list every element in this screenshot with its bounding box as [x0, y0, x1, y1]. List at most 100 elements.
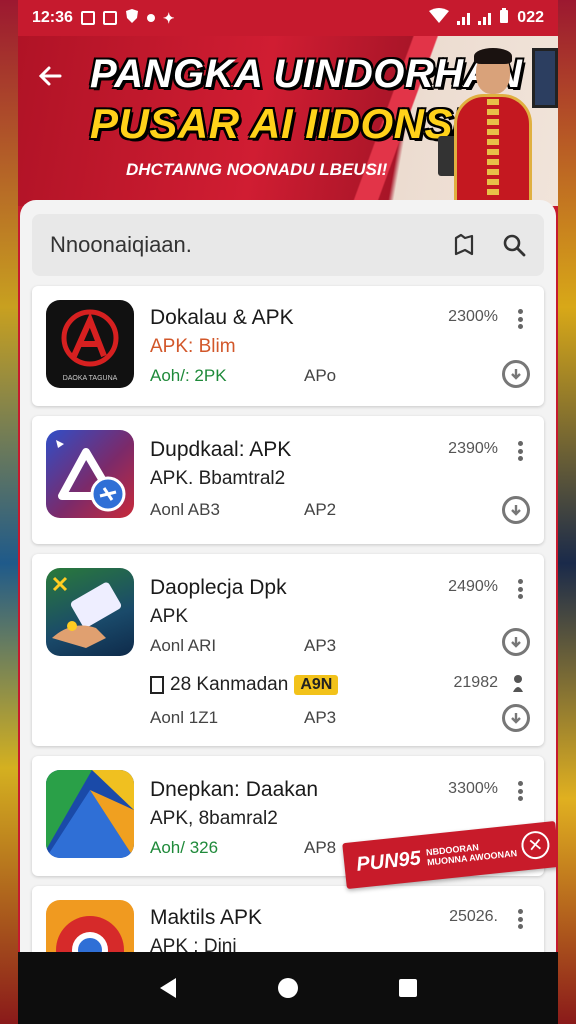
close-icon: ✕ [526, 833, 544, 856]
promo-close-button[interactable]: ✕ [520, 829, 551, 861]
header-banner: PANGKA UINDORHAN PUSAR AI IIDONSIA! DHCT… [18, 36, 558, 206]
gallery-icon [102, 11, 117, 25]
presenter-hair [474, 48, 512, 64]
battery-icon [499, 7, 509, 29]
sub-item-size: 21982 [453, 674, 499, 691]
app-name: Dnepkan: Daakan [150, 778, 319, 801]
square-recents-icon [399, 979, 417, 997]
phone-screen: 12:36 ✦ 022 PANGKA UINDORHAN PUSAR AI II… [18, 0, 558, 1024]
app-size: 25026. [449, 908, 498, 925]
presenter-image [448, 48, 538, 206]
more-options-button[interactable] [514, 576, 526, 602]
status-left: 12:36 ✦ [32, 8, 175, 29]
app-subline: APK, 8bamral2 [150, 808, 278, 829]
app-logo-drive-icon [46, 770, 134, 858]
right-wallpaper-edge [558, 0, 576, 1024]
app-icon-3 [46, 568, 134, 656]
nav-home-button[interactable] [273, 973, 303, 1003]
app-list-sheet: DAOKA TAGUNA Dokalau & APK APK: Blim Aoh… [20, 200, 556, 954]
app-card-2[interactable]: Dupdkaal: APK APK. Bbamtral2 Aonl AB3 AP… [32, 416, 544, 544]
triangle-back-icon [160, 978, 176, 998]
app-logo-card-hand-icon [52, 576, 122, 648]
sub-item-meta-b: AP3 [304, 708, 337, 727]
plus-icon: ✦ [162, 9, 175, 26]
app-meta-b: AP2 [304, 500, 337, 519]
search-input[interactable] [50, 232, 432, 258]
arrow-left-icon [38, 66, 62, 86]
sub-item-download-button[interactable] [502, 704, 530, 732]
promo-text: NBDOORAN MUONNA AWOONAN [426, 838, 518, 867]
app-icon-1: DAOKA TAGUNA [46, 300, 134, 388]
background-monitor [532, 48, 558, 108]
app-logo-chrome-icon [56, 916, 124, 954]
app-size: 2490% [448, 578, 498, 595]
app-size: 2390% [448, 440, 498, 457]
app-logo-triangle-icon [56, 440, 126, 512]
system-nav-bar [18, 952, 558, 1024]
app-name: Dokalau & APK [150, 306, 294, 329]
download-icon [511, 505, 521, 516]
back-button[interactable] [36, 62, 68, 94]
download-icon [511, 637, 521, 648]
sub-item-name: 28 Kanmadan [170, 674, 289, 695]
bookmark-icon [454, 233, 474, 256]
bookmark-button[interactable] [446, 227, 482, 263]
app-size: 3300% [448, 780, 498, 797]
search-icon [503, 234, 526, 257]
presenter-body [454, 94, 532, 206]
app-name: Dupdkaal: APK [150, 438, 292, 461]
dot-icon [146, 14, 155, 22]
app-meta: Aonl AB3 [150, 500, 220, 519]
search-bar [32, 214, 544, 276]
app-meta-b: AP3 [304, 636, 337, 655]
status-bar: 12:36 ✦ 022 [18, 0, 558, 36]
more-options-button[interactable] [514, 306, 526, 332]
more-options-button[interactable] [514, 906, 526, 932]
app-meta: Aonl ARI [150, 636, 217, 655]
notification-icon [80, 11, 95, 25]
app-card-3[interactable]: Daoplecja Dpk APK Aonl ARI AP3 2490% 28 … [32, 554, 544, 746]
banner-subtitle: DHCTANNG NOONADU LBEUSI! [126, 160, 388, 179]
app-size: 2300% [448, 308, 498, 325]
download-button[interactable] [502, 496, 530, 524]
app-icon-5 [46, 900, 134, 954]
app-name: Maktils APK [150, 906, 263, 929]
app-icon-1-caption: DAOKA TAGUNA [62, 375, 118, 382]
sub-item-checkbox[interactable] [150, 676, 164, 694]
app-card-5[interactable]: Maktils APK APK : Dini 25026. [32, 886, 544, 954]
app-meta: Aoh/ 326 [150, 838, 219, 857]
status-time: 12:36 [32, 9, 73, 26]
sub-item-badge: A9N [294, 675, 339, 695]
nav-recents-button[interactable] [393, 973, 423, 1003]
download-button[interactable] [502, 628, 530, 656]
app-icon-4 [46, 770, 134, 858]
app-subline: APK. Bbamtral2 [150, 468, 286, 489]
signal-icon-2 [478, 11, 492, 25]
app-subline: APK: Blim [150, 336, 236, 357]
shield-icon [125, 8, 139, 29]
more-options-button[interactable] [514, 778, 526, 804]
circle-home-icon [278, 978, 298, 998]
left-wallpaper-edge [0, 0, 18, 1024]
sub-item-meta: Aonl 1Z1 [150, 708, 219, 727]
download-icon [511, 369, 521, 380]
status-battery-text: 022 [517, 9, 544, 26]
app-name: Daoplecja Dpk [150, 576, 287, 599]
app-subline: APK [150, 606, 189, 627]
app-icon-2 [46, 430, 134, 518]
search-button[interactable] [496, 227, 532, 263]
download-button[interactable] [502, 360, 530, 388]
wifi-icon [429, 7, 450, 29]
sub-item[interactable]: 28 Kanmadan A9N [150, 674, 339, 696]
status-right: 022 [429, 7, 544, 29]
app-card-1[interactable]: DAOKA TAGUNA Dokalau & APK APK: Blim Aoh… [32, 286, 544, 406]
signal-icon [457, 11, 471, 25]
download-icon [511, 713, 521, 724]
promo-title: PUN95 [355, 846, 422, 876]
app-meta: Aoh/: 2PK [150, 366, 227, 385]
user-icon [512, 674, 524, 697]
more-options-button[interactable] [514, 438, 526, 464]
nav-back-button[interactable] [153, 973, 183, 1003]
app-meta-b: AP8 [304, 838, 337, 857]
app-meta-b: APo [304, 366, 337, 385]
